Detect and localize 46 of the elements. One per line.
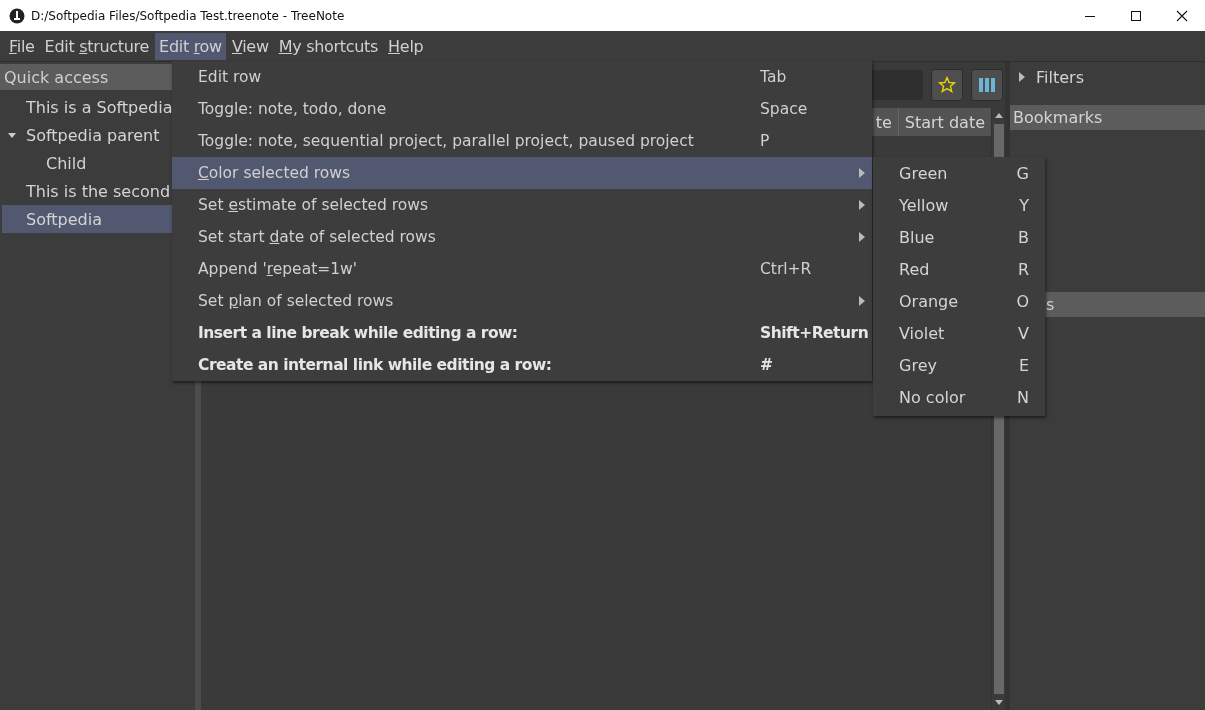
bookmark-button[interactable] xyxy=(931,69,963,101)
shortcut-label: B xyxy=(1018,227,1029,247)
shortcut-label: P xyxy=(760,132,770,150)
scroll-up-icon[interactable] xyxy=(993,112,1004,120)
shortcut-label: # xyxy=(760,356,773,374)
menu-item[interactable]: No color N xyxy=(873,381,1045,413)
window-title: D:/Softpedia Files/Softpedia Test.treenote - TreeNote xyxy=(31,8,346,23)
menu-item[interactable]: Violet V xyxy=(873,317,1045,349)
caret-down-icon[interactable] xyxy=(7,130,17,140)
menu-item[interactable]: Grey E xyxy=(873,349,1045,381)
shortcut-label: R xyxy=(1017,259,1029,279)
shortcut-label: Tab xyxy=(760,68,787,86)
menu-bar-item[interactable]: Help xyxy=(384,32,428,60)
menu-bar-item[interactable]: View xyxy=(227,32,273,60)
panel-header: Bookmarks xyxy=(1010,105,1205,130)
star-icon xyxy=(938,76,956,94)
shortcut-label: Space xyxy=(760,100,808,118)
close-icon[interactable] xyxy=(1176,9,1188,22)
menu-bar-item[interactable]: My shortcuts xyxy=(274,32,383,60)
menu-item[interactable]: Create an internal link while editing a row: # xyxy=(172,349,872,381)
menu-bar-item[interactable]: Edit row xyxy=(155,32,226,60)
menu-bar-item[interactable]: File xyxy=(5,32,39,60)
columns-icon xyxy=(979,78,995,92)
caret-right-icon xyxy=(1018,72,1026,82)
scroll-down-icon[interactable] xyxy=(993,698,1004,706)
menu-bar-item[interactable]: Edit structure xyxy=(40,32,154,60)
menu-item[interactable]: Insert a line break while editing a row: Shift+Return xyxy=(172,317,872,349)
maximize-icon[interactable] xyxy=(1130,9,1142,22)
shortcut-label: Y xyxy=(1019,195,1029,215)
shortcut-label: G xyxy=(1016,163,1029,183)
menu-item[interactable]: Append 'repeat=1w' Ctrl+R xyxy=(172,253,872,285)
shortcut-label: V xyxy=(1018,323,1029,343)
menu-item[interactable]: Green G xyxy=(873,157,1045,189)
menu-item[interactable]: Blue B xyxy=(873,221,1045,253)
menu-item[interactable]: Set plan of selected rows xyxy=(172,285,872,317)
filters-toggle[interactable]: Filters xyxy=(1010,62,1205,92)
shortcut-label: E xyxy=(1018,355,1029,375)
shortcut-label: Shift+Return xyxy=(760,324,869,342)
columns-button[interactable] xyxy=(971,69,1003,101)
menu-item[interactable]: Red R xyxy=(873,253,1045,285)
app-icon xyxy=(9,7,25,24)
menu-item[interactable]: Color selected rows xyxy=(172,157,872,189)
shortcut-label: O xyxy=(1016,291,1029,311)
shortcut-label: Ctrl+R xyxy=(760,260,812,278)
shortcut-label: N xyxy=(1017,387,1029,407)
menu-item[interactable]: Yellow Y xyxy=(873,189,1045,221)
